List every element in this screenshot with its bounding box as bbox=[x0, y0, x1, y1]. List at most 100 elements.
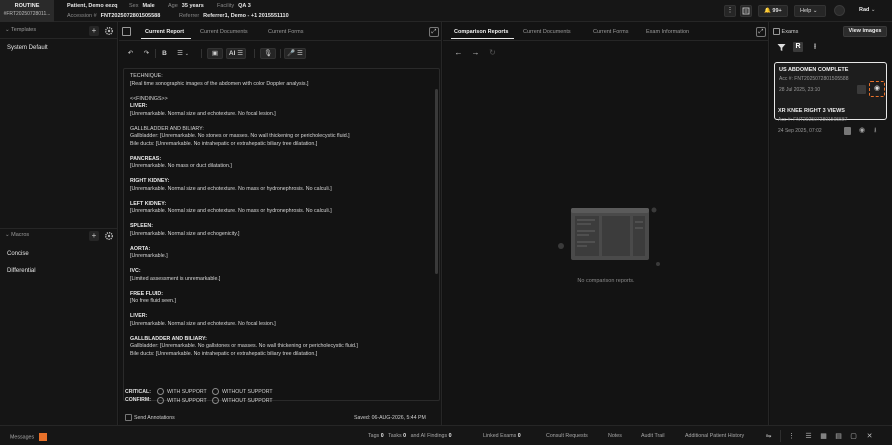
split-view-icon[interactable]: ⇋ bbox=[764, 432, 773, 441]
report-line: FREE FLUID: bbox=[130, 290, 163, 297]
chevron-down-icon[interactable]: ⌄ bbox=[5, 27, 10, 33]
priority-badge[interactable]: ROUTINE #FRT20250728011... bbox=[0, 0, 54, 22]
view-images-button[interactable]: View images bbox=[843, 26, 887, 37]
notifications-button[interactable]: 🔔 99+ bbox=[758, 5, 788, 17]
tab-current-forms[interactable]: Current Forms bbox=[268, 29, 303, 35]
grid-icon[interactable]: ▦ bbox=[819, 432, 828, 441]
form-icon[interactable]: ▤ bbox=[834, 432, 843, 441]
bold-icon[interactable]: B bbox=[159, 48, 170, 59]
without-support-label: WITHOUT SUPPORT bbox=[222, 398, 273, 404]
report-content[interactable]: TECHNIQUE: [Real time sonographic images … bbox=[130, 73, 430, 358]
expand-icon[interactable]: ⤢ bbox=[429, 27, 439, 37]
report-line: RIGHT KIDNEY: bbox=[130, 178, 170, 184]
exams-panel: Exams View images R ⭱ US ABDOMEN COMPLET… bbox=[770, 22, 892, 425]
report-blank-line bbox=[130, 261, 430, 269]
tab-comparison-reports[interactable]: Comparison Reports bbox=[454, 29, 508, 35]
empty-state-text: No comparison reports. bbox=[577, 278, 635, 284]
list-icon[interactable]: ☰ ⌄ bbox=[173, 48, 193, 59]
patient-name[interactable]: Patient, Demo eezq bbox=[67, 3, 117, 9]
report-line: IVC: bbox=[130, 268, 141, 274]
redo-icon[interactable]: ↷ bbox=[141, 48, 152, 59]
ai-label: AI bbox=[228, 50, 236, 57]
report-line: [Real time sonographic images of the abd… bbox=[130, 80, 309, 87]
divider bbox=[155, 49, 156, 58]
exam-accession: Acc #: FNT2025072801505588 bbox=[779, 76, 849, 82]
mic-off-icon[interactable]: 🎙 bbox=[260, 48, 276, 59]
scrollbar[interactable] bbox=[435, 89, 438, 274]
help-label: Help bbox=[800, 8, 812, 14]
document-icon[interactable] bbox=[844, 127, 851, 135]
add-macro-button[interactable]: + bbox=[89, 231, 99, 241]
chevron-down-icon[interactable]: ⌄ bbox=[5, 232, 10, 238]
report-line: Gallbladder: [Unremarkable. No gallstone… bbox=[130, 343, 358, 349]
notes-button[interactable]: Notes bbox=[608, 433, 622, 439]
divider bbox=[201, 49, 202, 58]
exam-accession: Acc #: FNT2025072801505587 bbox=[778, 117, 848, 123]
report-line: Gallbladder: [Unremarkable. No stones or… bbox=[130, 133, 350, 139]
send-annotations-checkbox[interactable] bbox=[125, 414, 132, 421]
tab-exam-information[interactable]: Exam Information bbox=[646, 29, 689, 35]
without-support-label: WITHOUT SUPPORT bbox=[222, 389, 273, 395]
more-vertical-icon[interactable]: ⋮ bbox=[787, 432, 796, 441]
report-line: [Unremarkable. Normal size and echotextu… bbox=[130, 208, 332, 214]
audit-trail-button[interactable]: Audit Trail bbox=[641, 433, 665, 439]
more-vertical-icon[interactable]: ⋮ bbox=[724, 5, 736, 17]
document-icon[interactable] bbox=[857, 85, 866, 94]
insert-field-icon[interactable]: ▣ bbox=[207, 48, 223, 59]
report-line: [Unremarkable. Normal size and echogenic… bbox=[130, 230, 240, 237]
avatar[interactable] bbox=[834, 5, 845, 16]
tab-current-forms[interactable]: Current Forms bbox=[593, 29, 628, 35]
eye-icon[interactable]: ◉ bbox=[869, 81, 885, 97]
consult-requests[interactable]: Consult Requests bbox=[546, 433, 588, 439]
dictation-icon[interactable]: 🎤 ☰ bbox=[284, 48, 306, 59]
referrer-field: Referrer Referrer1, Demo - +1 2015551110 bbox=[179, 13, 289, 19]
help-menu[interactable]: Help ⌄ bbox=[794, 5, 826, 17]
undo-icon[interactable]: ↶ bbox=[125, 48, 136, 59]
linked-exams[interactable]: Linked Exams 0 bbox=[483, 433, 521, 439]
comparison-panel: Comparison Reports Current Documents Cur… bbox=[443, 22, 769, 425]
gear-icon[interactable] bbox=[104, 231, 114, 241]
confirm-with-support-radio[interactable] bbox=[157, 397, 164, 404]
expand-icon[interactable]: ⤢ bbox=[756, 27, 766, 37]
gear-icon[interactable] bbox=[104, 26, 114, 36]
list-icon[interactable]: ☰ bbox=[804, 432, 813, 441]
report-icon[interactable]: R bbox=[793, 42, 803, 52]
age-field: Age 35 years bbox=[168, 3, 204, 9]
tab-current-documents[interactable]: Current Documents bbox=[200, 29, 248, 35]
report-textarea[interactable]: TECHNIQUE: [Real time sonographic images … bbox=[123, 68, 440, 401]
macro-item[interactable]: Concise bbox=[7, 251, 29, 257]
report-blank-line bbox=[130, 306, 430, 314]
messages-badge bbox=[38, 433, 47, 441]
chevron-down-icon: ⌄ bbox=[812, 8, 818, 14]
close-icon[interactable]: ✕ bbox=[865, 432, 874, 441]
refresh-icon[interactable]: ↻ bbox=[487, 48, 498, 58]
download-icon[interactable]: ⭳ bbox=[874, 126, 876, 137]
patient-history-button[interactable]: Additional Patient History bbox=[685, 433, 744, 439]
tags-tasks-findings[interactable]: Tags 0 Tasks 0 and AI Findings 0 bbox=[368, 433, 452, 439]
arrow-right-icon[interactable]: → bbox=[470, 48, 481, 58]
worklist-icon[interactable] bbox=[740, 5, 752, 17]
notifications-count: 99+ bbox=[772, 8, 782, 14]
critical-with-support-radio[interactable] bbox=[157, 388, 164, 395]
upload-icon[interactable]: ⭱ bbox=[810, 42, 820, 52]
macro-item[interactable]: Differential bbox=[7, 268, 36, 274]
report-line: Bile ducts: [Unremarkable. No intrahepat… bbox=[130, 350, 318, 357]
report-line: GALLBLADDER AND BILIARY: bbox=[130, 335, 207, 342]
filter-icon[interactable] bbox=[777, 43, 787, 53]
messages-button[interactable]: Messages bbox=[10, 433, 47, 441]
ai-button[interactable]: AI ☰ bbox=[226, 48, 246, 59]
user-menu[interactable]: Rad ⌄ bbox=[859, 7, 876, 13]
exam-card[interactable]: XR KNEE RIGHT 3 VIEWS Acc #: FNT20250728… bbox=[774, 104, 887, 140]
exams-title: Exams bbox=[773, 28, 798, 35]
critical-without-support-radio[interactable] bbox=[212, 388, 219, 395]
tab-current-documents[interactable]: Current Documents bbox=[523, 29, 571, 35]
collapse-panel-icon[interactable] bbox=[122, 27, 131, 36]
confirm-without-support-radio[interactable] bbox=[212, 397, 219, 404]
chat-icon[interactable]: ▢ bbox=[849, 432, 858, 441]
arrow-left-icon[interactable]: ← bbox=[453, 48, 464, 58]
eye-icon[interactable]: ◉ bbox=[859, 126, 865, 134]
add-template-button[interactable]: + bbox=[89, 26, 99, 36]
panel-toggle-icon[interactable] bbox=[773, 28, 780, 35]
template-item[interactable]: System Default bbox=[7, 45, 48, 51]
tab-current-report[interactable]: Current Report bbox=[145, 29, 184, 35]
